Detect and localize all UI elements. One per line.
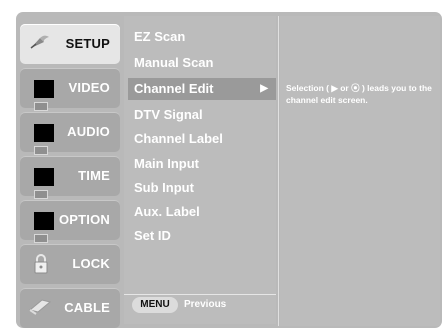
tab-label: LOCK: [72, 256, 110, 271]
menu-footer-divider: [124, 294, 276, 295]
tab-label: OPTION: [58, 212, 110, 227]
tab-video[interactable]: VIDEO: [20, 68, 120, 111]
cable-icon: [28, 296, 54, 316]
tab-cable[interactable]: CABLE: [20, 288, 120, 328]
time-icon: [28, 164, 54, 199]
help-text: Selection ( ▶ or ⦿ ) leads you to the ch…: [286, 83, 432, 105]
tab-column: SETUP VIDEO AUDIO TIME OPTION LOCK CABLE: [20, 16, 120, 328]
tab-label: AUDIO: [67, 124, 110, 139]
satellite-dish-icon: [28, 32, 54, 52]
option-icon: [28, 208, 54, 243]
tab-label: CABLE: [64, 300, 110, 315]
tab-label: VIDEO: [68, 80, 110, 95]
lock-icon: [28, 252, 54, 274]
video-icon: [28, 76, 54, 111]
tab-option[interactable]: OPTION: [20, 200, 120, 243]
menu-item-channel-label[interactable]: Channel Label: [128, 128, 276, 150]
menu-item-set-id[interactable]: Set ID: [128, 225, 276, 247]
audio-icon: [28, 120, 54, 155]
setup-menu: EZ Scan Manual Scan Channel Edit ▶ DTV S…: [124, 16, 276, 324]
tab-time[interactable]: TIME: [20, 156, 120, 199]
menu-item-main-input[interactable]: Main Input: [128, 153, 276, 175]
panel-divider: [278, 16, 279, 326]
tab-audio[interactable]: AUDIO: [20, 112, 120, 155]
menu-item-aux-label[interactable]: Aux. Label: [128, 201, 276, 223]
help-panel: Selection ( ▶ or ⦿ ) leads you to the ch…: [280, 16, 440, 326]
tab-label: TIME: [78, 168, 110, 183]
menu-item-sub-input[interactable]: Sub Input: [128, 177, 276, 199]
menu-item-dtv-signal[interactable]: DTV Signal: [128, 104, 276, 126]
previous-label: Previous: [184, 299, 227, 310]
menu-footer: MENU Previous: [124, 296, 276, 316]
menu-item-ez-scan[interactable]: EZ Scan: [128, 26, 276, 48]
menu-item-channel-edit[interactable]: Channel Edit ▶: [128, 78, 276, 100]
tab-setup[interactable]: SETUP: [20, 24, 120, 64]
menu-button[interactable]: MENU: [132, 297, 178, 313]
right-arrow-icon: ▶: [260, 83, 268, 94]
tab-lock[interactable]: LOCK: [20, 244, 120, 284]
tab-label: SETUP: [65, 36, 110, 51]
menu-item-manual-scan[interactable]: Manual Scan: [128, 52, 276, 74]
